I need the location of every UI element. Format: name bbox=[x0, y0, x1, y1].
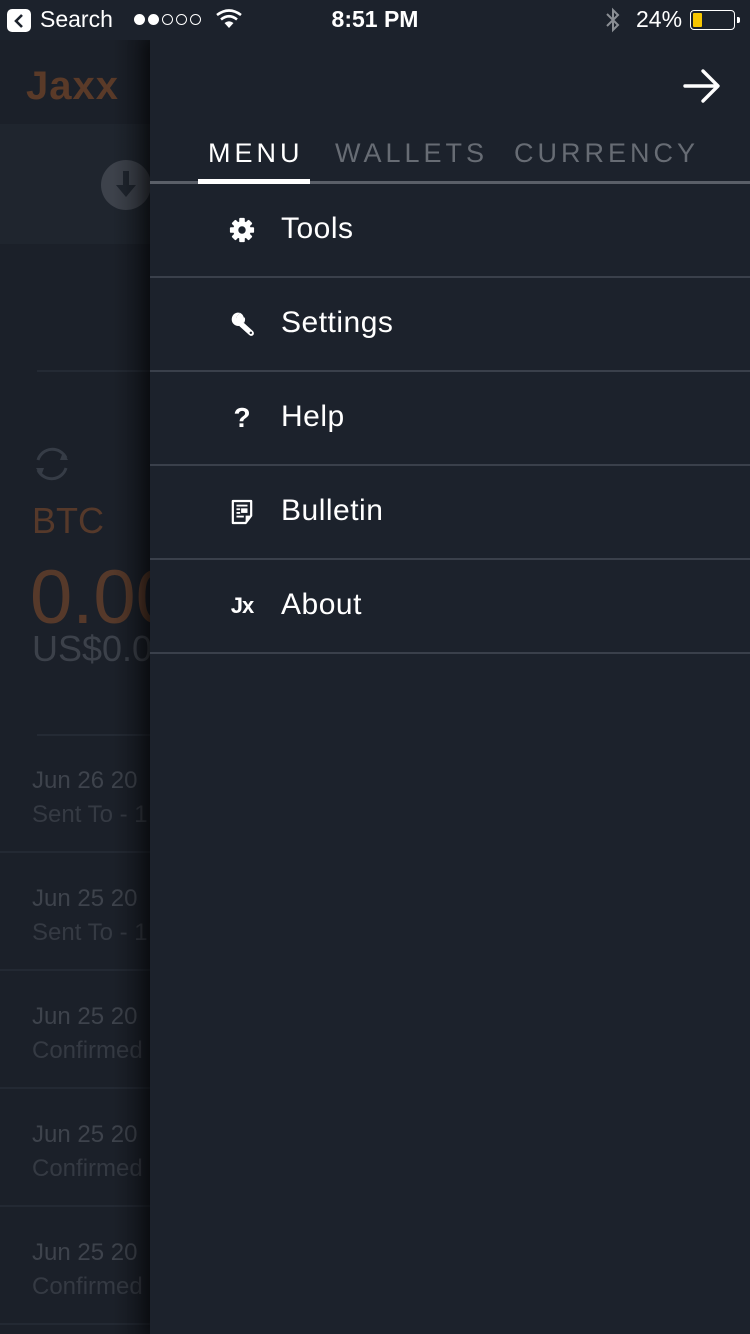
transaction-date: Jun 26 20 bbox=[32, 767, 138, 794]
fiat-balance: US$0.0 bbox=[32, 628, 150, 669]
transaction-row[interactable]: Jun 25 20 Sent To - 1I bbox=[0, 853, 150, 971]
divider bbox=[37, 370, 150, 372]
menu-item-bulletin[interactable]: Bulletin bbox=[150, 466, 750, 560]
side-drawer: MENU WALLETS CURRENCY Tools Settings ? H… bbox=[150, 40, 750, 1334]
transaction-date: Jun 25 20 bbox=[32, 1239, 138, 1266]
battery-icon bbox=[690, 10, 740, 30]
transaction-date: Jun 25 20 bbox=[32, 1121, 138, 1148]
status-bar: Search 8:51 PM 24% bbox=[0, 0, 750, 40]
jaxx-logo: Jaxx bbox=[26, 64, 119, 108]
arrow-down-icon bbox=[116, 171, 136, 197]
menu-item-label: Bulletin bbox=[281, 494, 384, 527]
menu-item-label: Help bbox=[281, 400, 345, 433]
bluetooth-icon bbox=[606, 7, 620, 33]
transaction-description: Confirmed bbox=[32, 1273, 143, 1300]
menu-item-about[interactable]: Jx About bbox=[150, 560, 750, 654]
menu-item-tools[interactable]: Tools bbox=[150, 184, 750, 278]
menu-item-settings[interactable]: Settings bbox=[150, 278, 750, 372]
arrow-right-icon[interactable] bbox=[682, 66, 722, 106]
transaction-date: Jun 25 20 bbox=[32, 1003, 138, 1030]
jaxx-logo-icon: Jx bbox=[230, 593, 254, 618]
battery-percent: 24% bbox=[636, 6, 683, 32]
transaction-description: Confirmed bbox=[32, 1037, 143, 1064]
coin-symbol: BTC bbox=[32, 500, 104, 541]
transaction-description: Confirmed bbox=[32, 1155, 143, 1182]
refresh-icon[interactable] bbox=[30, 442, 74, 486]
tab-currency[interactable]: CURRENCY bbox=[514, 138, 699, 169]
wrench-icon bbox=[228, 310, 256, 338]
tab-menu[interactable]: MENU bbox=[208, 138, 304, 169]
tab-wallets[interactable]: WALLETS bbox=[335, 138, 488, 169]
receive-button[interactable] bbox=[101, 160, 150, 210]
transaction-row[interactable]: Jun 25 20 Confirmed bbox=[0, 971, 150, 1089]
menu-list: Tools Settings ? Help Bulletin Jx About bbox=[150, 184, 750, 654]
transaction-description: Sent To - 1I bbox=[32, 919, 150, 946]
drawer-tabs: MENU WALLETS CURRENCY bbox=[150, 132, 750, 184]
transaction-description: Sent To - 1I bbox=[32, 801, 150, 828]
transaction-row[interactable]: Jun 25 20 Confirmed bbox=[0, 1089, 150, 1207]
newspaper-icon bbox=[228, 498, 256, 526]
wallet-screen-background: Jaxx BTC 0.00 US$0.0 Jun 26 20 Sent To -… bbox=[0, 40, 150, 1334]
menu-item-label: Tools bbox=[281, 212, 354, 245]
menu-item-label: About bbox=[281, 588, 362, 621]
transaction-row[interactable]: Jun 25 20 Confirmed bbox=[0, 1207, 150, 1325]
transaction-row[interactable]: Jun 26 20 Sent To - 1I bbox=[0, 735, 150, 853]
menu-item-label: Settings bbox=[281, 306, 394, 339]
gear-icon bbox=[228, 216, 256, 244]
battery-level-fill bbox=[693, 13, 703, 27]
transaction-date: Jun 25 20 bbox=[32, 885, 138, 912]
question-icon: ? bbox=[233, 402, 251, 433]
menu-item-help[interactable]: ? Help bbox=[150, 372, 750, 466]
